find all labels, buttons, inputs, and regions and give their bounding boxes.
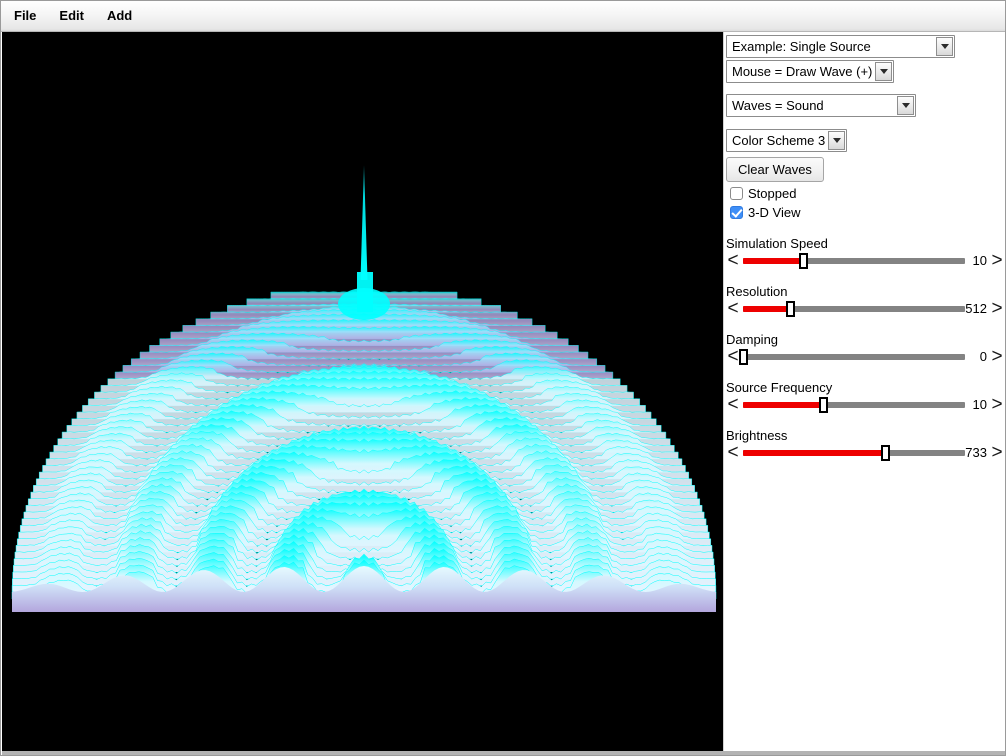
stopped-checkbox-row[interactable]: Stopped [730,186,796,201]
3d-view-checkbox-row[interactable]: 3-D View [730,205,801,220]
slider-fill [743,258,803,264]
slider-fill [743,402,823,408]
slider-brightness-value: 733 [965,445,987,460]
window-bottom-bar [2,751,1005,755]
stopped-checkbox[interactable] [730,187,743,200]
chevron-down-icon[interactable] [897,96,914,115]
example-select[interactable]: Example: Single Source [726,35,955,58]
slider-thumb[interactable] [798,253,808,269]
decrement-arrow-icon[interactable]: < [726,251,740,271]
slider-thumb[interactable] [818,397,828,413]
chevron-down-icon[interactable] [875,62,892,81]
slider-resolution-value: 512 [965,301,987,316]
decrement-arrow-icon[interactable]: < [726,443,740,463]
slider-resolution-row[interactable]: < 512 > [724,299,1005,319]
slider-thumb[interactable] [739,349,748,365]
decrement-arrow-icon[interactable]: < [726,299,740,319]
slider-resolution-label: Resolution [726,284,788,299]
increment-arrow-icon[interactable]: > [990,443,1004,463]
decrement-arrow-icon[interactable]: < [726,395,740,415]
slider-thumb[interactable] [881,445,891,461]
slider-simulation-speed-track[interactable] [743,253,965,269]
slider-simulation-speed-value: 10 [972,253,987,268]
3d-view-checkbox-label: 3-D View [748,205,801,220]
increment-arrow-icon[interactable]: > [990,347,1004,367]
decrement-arrow-icon[interactable]: < [726,347,740,367]
slider-damping-label: Damping [726,332,779,347]
example-select-value: Example: Single Source [732,39,871,54]
chevron-down-icon[interactable] [828,131,845,150]
slider-source-frequency-value: 10 [972,397,987,412]
application-window: File Edit Add Example: Single Source Mou… [0,0,1006,756]
menu-bar: File Edit Add [1,1,1005,32]
slider-damping-row[interactable]: < 0 > [724,347,1005,367]
increment-arrow-icon[interactable]: > [990,251,1004,271]
ripple-surface-plot [2,32,723,751]
slider-source-frequency-row[interactable]: < 10 > [724,395,1005,415]
wave-simulation-canvas[interactable] [2,32,723,751]
color-scheme-select[interactable]: Color Scheme 3 [726,129,847,152]
waves-type-select-value: Waves = Sound [732,98,824,113]
menu-add[interactable]: Add [107,6,144,26]
slider-brightness-label: Brightness [726,428,788,443]
slider-source-frequency-label: Source Frequency [726,380,833,395]
slider-thumb[interactable] [785,301,795,317]
increment-arrow-icon[interactable]: > [990,395,1004,415]
slider-source-frequency-track[interactable] [743,397,965,413]
increment-arrow-icon[interactable]: > [990,299,1004,319]
chevron-down-icon[interactable] [936,37,953,56]
slider-simulation-speed-row[interactable]: < 10 > [724,251,1005,271]
slider-fill [743,450,886,456]
slider-damping-value: 0 [979,349,987,364]
waves-type-select[interactable]: Waves = Sound [726,94,916,117]
menu-edit[interactable]: Edit [59,6,96,26]
slider-brightness-row[interactable]: < 733 > [724,443,1005,463]
slider-brightness-track[interactable] [743,445,965,461]
color-scheme-select-value: Color Scheme 3 [732,133,826,148]
mouse-mode-select[interactable]: Mouse = Draw Wave (+) [726,60,894,83]
stopped-checkbox-label: Stopped [748,186,797,201]
slider-simulation-speed-label: Simulation Speed [726,236,828,251]
mouse-mode-select-value: Mouse = Draw Wave (+) [732,64,873,79]
slider-resolution-track[interactable] [743,301,965,317]
menu-file[interactable]: File [14,6,48,26]
slider-damping-track[interactable] [739,349,965,365]
3d-view-checkbox[interactable] [730,206,743,219]
clear-waves-button[interactable]: Clear Waves [726,157,824,182]
slider-fill [743,306,790,312]
control-panel: Example: Single Source Mouse = Draw Wave… [723,32,1005,751]
